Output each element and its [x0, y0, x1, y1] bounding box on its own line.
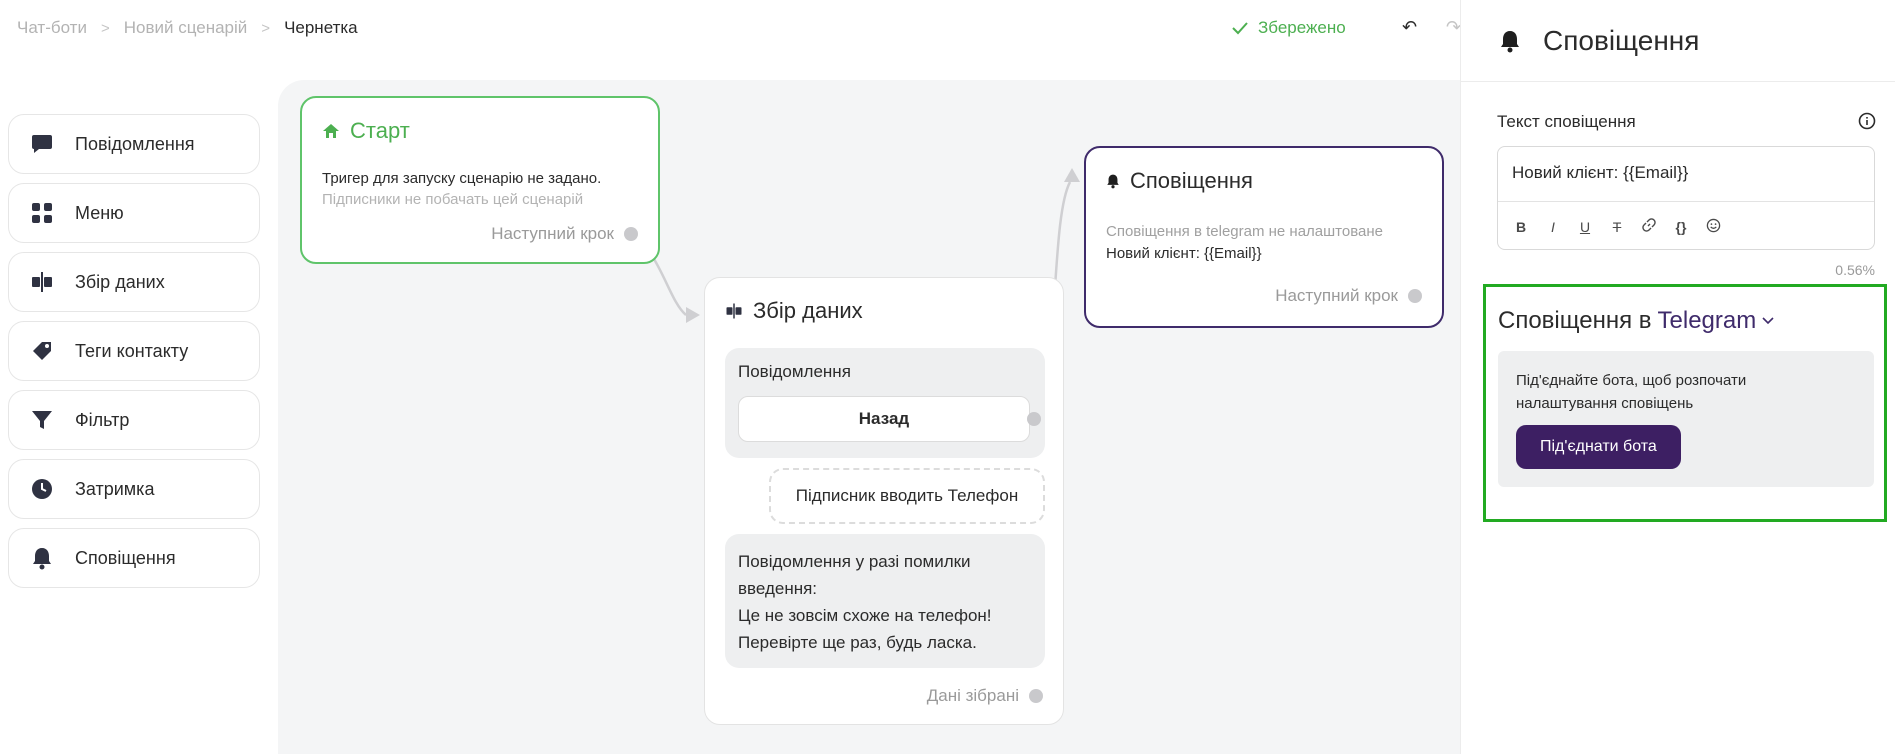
breadcrumb-new-scenario[interactable]: Новий сценарій: [124, 18, 248, 38]
output-port[interactable]: [624, 227, 638, 241]
connect-bot-card: Під'єднайте бота, щоб розпочати налаштув…: [1498, 351, 1874, 487]
notify-next-step[interactable]: Наступний крок: [1275, 286, 1422, 306]
breadcrumb: Чат-боти > Новий сценарій > Чернетка: [17, 18, 358, 38]
chat-bubble-icon: [29, 131, 55, 157]
info-icon[interactable]: [1858, 112, 1876, 130]
start-node-title: Старт: [322, 118, 410, 144]
saved-label: Збережено: [1258, 18, 1346, 37]
notification-settings-panel: Сповіщення Текст сповіщення Новий клієнт…: [1460, 0, 1895, 754]
palette-item-message[interactable]: Повідомлення: [8, 114, 260, 174]
home-icon: [323, 124, 339, 138]
notification-node[interactable]: Сповіщення Сповіщення в telegram не нала…: [1084, 146, 1444, 328]
breadcrumb-chatbots[interactable]: Чат-боти: [17, 18, 87, 38]
start-next-step[interactable]: Наступний крок: [491, 224, 638, 244]
palette-label: Збір даних: [75, 271, 165, 292]
undo-icon[interactable]: ↶: [1402, 17, 1417, 38]
back-button[interactable]: Назад: [738, 396, 1030, 442]
collect-title-text: Збір даних: [753, 298, 863, 323]
grid-icon: [29, 200, 55, 226]
breadcrumb-draft: Чернетка: [284, 18, 358, 37]
telegram-title-prefix: Сповіщення в: [1498, 307, 1652, 334]
redo-icon[interactable]: ↷: [1446, 17, 1461, 38]
character-usage: 0.56%: [1835, 262, 1875, 278]
palette-item-notification[interactable]: Сповіщення: [8, 528, 260, 588]
collect-data-node[interactable]: Збір даних Повідомлення Назад Підписник …: [704, 277, 1064, 725]
error-line: Повідомлення у разі помилки: [738, 552, 971, 571]
error-line: Це не зовсім схоже на телефон!: [738, 606, 992, 625]
start-title-text: Старт: [350, 118, 410, 143]
collect-node-title: Збір даних: [725, 298, 863, 324]
palette-label: Затримка: [75, 478, 155, 499]
bell-icon: [1501, 30, 1519, 52]
chevron-right-icon: >: [100, 19, 110, 37]
connect-bot-description: Під'єднайте бота, щоб розпочати налаштув…: [1516, 372, 1747, 412]
tag-icon: [29, 338, 55, 364]
palette-item-delay[interactable]: Затримка: [8, 459, 260, 519]
palette-label: Теги контакту: [75, 340, 189, 361]
variable-braces-icon[interactable]: {}: [1672, 219, 1690, 235]
palette-item-data-collect[interactable]: Збір даних: [8, 252, 260, 312]
telegram-notification-section: Сповіщення в Telegram Під'єднайте бота, …: [1483, 284, 1887, 522]
check-icon: [1232, 22, 1248, 35]
underline-icon[interactable]: U: [1576, 219, 1594, 235]
chevron-down-icon[interactable]: [1762, 317, 1774, 325]
notification-text-label: Текст сповіщення: [1497, 112, 1636, 131]
data-collect-icon: [29, 269, 55, 295]
editor-value[interactable]: Новий клієнт: {{Email}}: [1512, 163, 1688, 183]
data-collect-icon: [726, 303, 742, 319]
output-port[interactable]: [1408, 289, 1422, 303]
notification-text-editor[interactable]: Новий клієнт: {{Email}} B I U T {}: [1497, 146, 1875, 250]
emoji-icon[interactable]: [1704, 218, 1722, 236]
link-icon[interactable]: [1640, 218, 1658, 235]
bell-icon: [1107, 174, 1119, 189]
back-output-port[interactable]: [1027, 412, 1041, 426]
start-node[interactable]: Старт Тригер для запуску сценарію не зад…: [300, 96, 660, 264]
next-step-label: Наступний крок: [1275, 286, 1398, 305]
notify-node-body: Сповіщення в telegram не налаштоване Нов…: [1106, 218, 1383, 263]
palette-label: Сповіщення: [75, 547, 176, 568]
palette-label: Повідомлення: [75, 133, 195, 154]
clock-icon: [29, 476, 55, 502]
notify-title-text: Сповіщення: [1130, 168, 1253, 193]
palette-label: Меню: [75, 202, 124, 223]
telegram-channel-select[interactable]: Telegram: [1658, 307, 1757, 335]
error-message-block[interactable]: Повідомлення у разі помилки введення: Це…: [725, 534, 1045, 668]
notify-message: Новий клієнт: {{Email}}: [1106, 245, 1262, 262]
strikethrough-icon[interactable]: T: [1608, 219, 1626, 235]
italic-icon[interactable]: I: [1544, 219, 1562, 235]
notify-node-title: Сповіщення: [1106, 168, 1253, 194]
palette-label: Фільтр: [75, 409, 130, 430]
bold-icon[interactable]: B: [1512, 219, 1530, 235]
connect-bot-button[interactable]: Під'єднати бота: [1516, 425, 1681, 469]
palette-item-menu[interactable]: Меню: [8, 183, 260, 243]
error-line: введення:: [738, 579, 818, 598]
chevron-right-icon: >: [261, 19, 271, 37]
filter-icon: [29, 407, 55, 433]
data-collected-step[interactable]: Дані зібрані: [927, 686, 1043, 706]
error-line: Перевірте ще раз, будь ласка.: [738, 633, 977, 652]
block-palette: Повідомлення Меню Збір даних Теги контак…: [8, 114, 260, 597]
subscriber-phone-input-block[interactable]: Підписник вводить Телефон: [769, 468, 1045, 524]
editor-toolbar: B I U T {}: [1498, 201, 1874, 251]
data-collected-label: Дані зібрані: [926, 686, 1019, 705]
collect-message-label: Повідомлення: [738, 362, 851, 381]
output-port[interactable]: [1029, 689, 1043, 703]
start-node-description: Тригер для запуску сценарію не задано. П…: [322, 168, 601, 210]
panel-title: Сповіщення: [1543, 24, 1700, 56]
telegram-section-title[interactable]: Сповіщення в Telegram: [1498, 307, 1774, 335]
header: Чат-боти > Новий сценарій > Чернетка Збе…: [0, 0, 1461, 56]
bell-icon: [29, 545, 55, 571]
collect-message-block[interactable]: Повідомлення Назад: [725, 348, 1045, 458]
start-subtext: Підписники не побачать цей сценарій: [322, 191, 584, 208]
palette-item-contact-tags[interactable]: Теги контакту: [8, 321, 260, 381]
saved-status: Збережено: [1232, 18, 1346, 38]
palette-item-filter[interactable]: Фільтр: [8, 390, 260, 450]
notify-warning: Сповіщення в telegram не налаштоване: [1106, 223, 1383, 240]
panel-header: Сповіщення: [1461, 0, 1895, 82]
next-step-label: Наступний крок: [491, 224, 614, 243]
start-trigger-text: Тригер для запуску сценарію не задано.: [322, 170, 602, 187]
